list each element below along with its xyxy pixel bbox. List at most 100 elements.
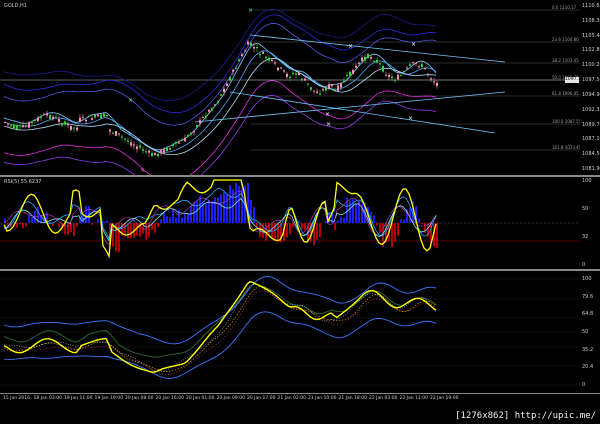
candle-body <box>103 113 105 117</box>
candle-body <box>247 41 249 45</box>
candle-body <box>427 73 429 75</box>
oscillator-chart <box>0 276 580 386</box>
axis-tick-label: 1084.50 <box>582 151 600 158</box>
time-axis-label: 20 Jan 17:00 <box>247 396 276 401</box>
rsi-histogram-bar <box>421 223 423 225</box>
candle-body <box>274 62 276 64</box>
candle-body <box>61 124 63 126</box>
candle-body <box>154 153 156 156</box>
axis-tick-label: 1089.70 <box>582 121 600 128</box>
envelope-band <box>3 14 437 113</box>
candle-body <box>190 132 192 135</box>
candle-body <box>163 149 165 153</box>
candle-body <box>244 50 246 52</box>
candle-body <box>64 121 66 125</box>
candle-body <box>19 125 21 127</box>
rsi-histogram-bar <box>154 223 156 233</box>
candle-body <box>403 71 405 73</box>
rsi-histogram-bar <box>271 223 273 239</box>
rsi-histogram-bar <box>28 215 30 223</box>
rsi-histogram-bar <box>394 223 396 242</box>
axis-tick-label: 1094.90 <box>582 91 600 98</box>
candle-body <box>115 131 117 136</box>
rsi-histogram-bar <box>217 197 219 223</box>
candle-body <box>286 73 288 77</box>
fib-level-label: 0.0 1110.17 <box>552 5 577 10</box>
axis-tick-label: 1100.20 <box>582 62 600 69</box>
oscillator-trend-line <box>3 283 437 358</box>
candle-body <box>250 42 252 46</box>
rsi-histogram-bar <box>118 223 120 253</box>
oscillator-pane[interactable] <box>0 271 580 393</box>
trend-line <box>229 91 496 134</box>
candle-body <box>91 118 93 120</box>
rsi-histogram-bar <box>169 216 171 223</box>
candle-body <box>301 78 303 80</box>
oscillator-avg-line <box>3 283 437 373</box>
candle-body <box>172 144 174 146</box>
candle-body <box>328 84 330 89</box>
candle-body <box>148 150 150 153</box>
candle-body <box>304 78 306 81</box>
candle-body <box>139 145 141 148</box>
candle-body <box>265 56 267 59</box>
rsi-histogram-bar <box>403 219 405 223</box>
candle-body <box>202 117 204 119</box>
candle-body <box>376 60 378 63</box>
candle-body <box>319 93 321 95</box>
candle-body <box>70 125 72 130</box>
rsi-histogram-bar <box>22 223 24 229</box>
candle-body <box>217 101 219 103</box>
candle-body <box>55 116 57 118</box>
time-axis-label: 22 Jan 19:00 <box>430 396 459 401</box>
axis-tick-label: 79.6 <box>582 293 594 300</box>
rsi-histogram-bar <box>187 213 189 223</box>
oscillator-avg-line <box>3 290 437 375</box>
candle-body <box>73 127 75 129</box>
rsi-histogram-bar <box>229 185 231 223</box>
time-axis-label: 21 Jan 02:00 <box>277 396 307 401</box>
candle-body <box>31 121 33 124</box>
candle-body <box>337 85 339 92</box>
candle-body <box>49 115 51 119</box>
rsi-histogram-bar <box>436 223 438 249</box>
axis-tick-label: 1108.30 <box>582 17 600 24</box>
candle-body <box>373 60 375 62</box>
rsi-histogram-bar <box>211 200 213 223</box>
candle-body <box>214 104 216 106</box>
candle-body <box>424 67 426 70</box>
candle-body <box>295 73 297 75</box>
candle-body <box>313 90 315 92</box>
candle-body <box>187 135 189 137</box>
candle-body <box>82 116 84 118</box>
rsi-histogram-bar <box>106 220 108 223</box>
axis-tick-label: 1097.50 <box>582 77 600 84</box>
candle-body <box>349 71 351 76</box>
rsi-histogram-bar <box>355 203 357 223</box>
axis-tick-label: 0 <box>582 382 586 388</box>
fractal-marker: × <box>248 7 253 14</box>
rsi-histogram-bar <box>67 223 69 235</box>
rsi-histogram-bar <box>226 194 228 223</box>
candle-body <box>145 151 147 153</box>
candle-body <box>79 117 81 122</box>
candle-body <box>271 59 273 61</box>
candle-body <box>334 89 336 92</box>
rsi-histogram-bar <box>157 223 159 228</box>
rsi-pane[interactable]: RSI(5) 55.6237 <box>0 177 580 269</box>
watermark: [1276x862] http://upic.me/ <box>455 411 596 421</box>
rsi-histogram-bar <box>337 220 339 223</box>
rsi-histogram-bar <box>340 216 342 223</box>
rsi-histogram-bar <box>202 203 204 223</box>
candle-body <box>121 136 123 138</box>
candle-body <box>343 80 345 83</box>
rsi-histogram-bar <box>91 223 93 225</box>
price-chart-pane[interactable]: 0.0 1110.17 23.6 1104.80 38.2 1101.45 50.0 … <box>0 0 580 175</box>
rsi-histogram-bar <box>220 194 222 223</box>
candle-body <box>256 47 258 49</box>
fib-level-label: 23.6 1104.80 <box>552 37 579 42</box>
candle-body <box>325 87 327 91</box>
candle-body <box>25 125 27 127</box>
candle-body <box>16 125 18 129</box>
candle-body <box>268 57 270 61</box>
